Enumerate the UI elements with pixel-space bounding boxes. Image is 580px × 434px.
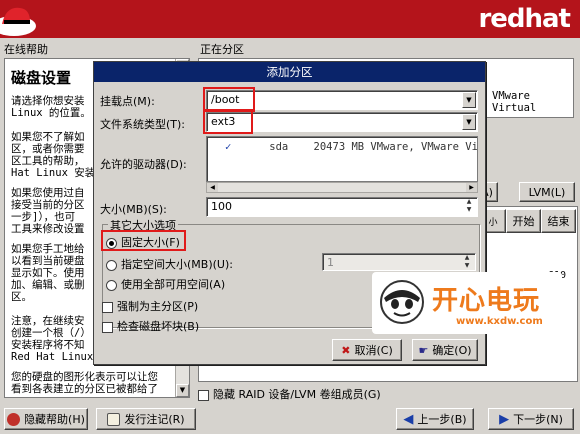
ok-label: 确定(O): [432, 344, 472, 357]
force-primary-label: 强制为主分区(P): [117, 300, 199, 313]
partition-area-title: 正在分区: [200, 43, 244, 56]
scroll-right-icon[interactable]: ▶: [466, 183, 477, 192]
back-button[interactable]: ◀ 上一步(B): [396, 408, 474, 430]
release-notes-label: 发行注记(R): [124, 413, 185, 426]
fs-type-select[interactable]: ext3 ▼: [206, 112, 478, 132]
lifebuoy-icon: [7, 412, 21, 426]
allowed-drives-label: 允许的驱动器(D):: [100, 158, 187, 171]
mount-point-value: /boot: [211, 93, 240, 106]
hide-help-label: 隐藏帮助(H): [24, 413, 85, 426]
back-label: 上一步(B): [417, 413, 467, 426]
size-spinbox[interactable]: 100 ▲ ▼: [206, 197, 478, 217]
radio-unselected-icon[interactable]: [106, 279, 117, 291]
chevron-down-icon[interactable]: ▼: [462, 114, 476, 130]
watermark-logo: 开心电玩 www.kxdw.com: [372, 272, 562, 334]
hide-raid-checkbox[interactable]: [198, 389, 209, 401]
fs-type-value: ext3: [211, 115, 236, 128]
chevron-down-icon[interactable]: ▼: [462, 92, 476, 108]
size-label: 大小(MB)(S):: [100, 203, 167, 216]
cancel-button[interactable]: ✖ 取消(C): [332, 339, 402, 361]
spin-arrows-icon[interactable]: ▲ ▼: [460, 254, 474, 272]
drive-description: 20473 MB VMware, VMware Virtual: [313, 141, 478, 153]
mount-point-combo[interactable]: /boot ▼: [206, 90, 478, 110]
drive-list-hscrollbar[interactable]: ◀ ▶: [206, 182, 478, 193]
column-header-start[interactable]: 开始: [506, 209, 541, 233]
watermark-text: 开心电玩: [432, 286, 541, 316]
arrow-left-icon: ◀: [403, 411, 414, 427]
help-paragraph: 您的硬盘的图形化表示可以让您 看到各表建立的分区已被都给了: [11, 371, 158, 395]
lvm-button[interactable]: LVM(L): [519, 182, 575, 202]
scroll-down-icon[interactable]: ▼: [176, 384, 189, 397]
cancel-label: 取消(C): [354, 344, 393, 357]
dialog-title: 添加分区: [94, 62, 485, 82]
check-bad-blocks-row[interactable]: 检查磁盘坏块(B): [102, 318, 199, 334]
fixed-size-radio-row[interactable]: 固定大小(F): [106, 234, 180, 250]
help-heading: 磁盘设置: [11, 69, 72, 87]
fill-to-size-label: 指定空间大小(MB)(U):: [121, 258, 233, 271]
fill-max-label: 使用全部可用空间(A): [121, 278, 226, 291]
spin-arrows-icon[interactable]: ▲ ▼: [462, 198, 476, 216]
arrow-right-icon: ▶: [499, 411, 510, 427]
force-primary-checkbox[interactable]: [102, 301, 113, 313]
fill-to-value: 1: [327, 256, 334, 269]
next-label: 下一步(N): [513, 413, 563, 426]
other-size-options-legend: 其它大小选项: [108, 217, 178, 233]
disk-model-label: VMware Virtual: [492, 90, 537, 114]
ok-hand-icon: ☛: [418, 343, 429, 357]
redhat-banner: redhat: [0, 0, 580, 38]
fixed-size-label: 固定大小(F): [121, 236, 180, 249]
check-bad-blocks-label: 检查磁盘坏块(B): [117, 320, 200, 333]
watermark-url: www.kxdw.com: [456, 316, 543, 327]
radio-unselected-icon[interactable]: [106, 259, 117, 271]
check-bad-blocks-checkbox[interactable]: [102, 321, 113, 333]
release-notes-button[interactable]: 发行注记(R): [96, 408, 196, 430]
radio-selected-icon[interactable]: [106, 237, 117, 249]
fill-to-size-radio-row[interactable]: 指定空间大小(MB)(U):: [106, 256, 233, 272]
redhat-hat-logo: [0, 7, 36, 36]
fs-type-label: 文件系统类型(T):: [100, 118, 186, 131]
hide-help-button[interactable]: 隐藏帮助(H): [4, 408, 88, 430]
drive-row[interactable]: ✓ sda 20473 MB VMware, VMware Virtual: [225, 141, 478, 153]
allowed-drives-list[interactable]: ✓ sda 20473 MB VMware, VMware Virtual: [206, 136, 478, 182]
scroll-left-icon[interactable]: ◀: [207, 183, 218, 192]
force-primary-row[interactable]: 强制为主分区(P): [102, 298, 198, 314]
fill-to-size-spinbox[interactable]: 1 ▲ ▼: [322, 253, 476, 271]
next-button[interactable]: ▶ 下一步(N): [488, 408, 574, 430]
drive-name: sda: [269, 141, 289, 153]
help-pane-title: 在线帮助: [4, 43, 48, 56]
drive-checkbox-checked-icon[interactable]: ✓: [225, 141, 231, 153]
size-value: 100: [211, 200, 232, 213]
hide-raid-checkbox-row[interactable]: 隐藏 RAID 设备/LVM 卷组成员(G): [198, 386, 381, 402]
column-header-end[interactable]: 结束: [541, 209, 576, 233]
close-icon: ✖: [341, 343, 351, 357]
fill-max-radio-row[interactable]: 使用全部可用空间(A): [106, 276, 225, 292]
mascot-face-icon: [380, 280, 424, 324]
mount-point-label: 挂载点(M):: [100, 95, 155, 108]
redhat-brand-text: redhat: [478, 4, 571, 34]
hide-raid-label: 隐藏 RAID 设备/LVM 卷组成员(G): [213, 388, 381, 401]
notes-document-icon: [107, 412, 121, 426]
ok-button[interactable]: ☛ 确定(O): [412, 339, 478, 361]
